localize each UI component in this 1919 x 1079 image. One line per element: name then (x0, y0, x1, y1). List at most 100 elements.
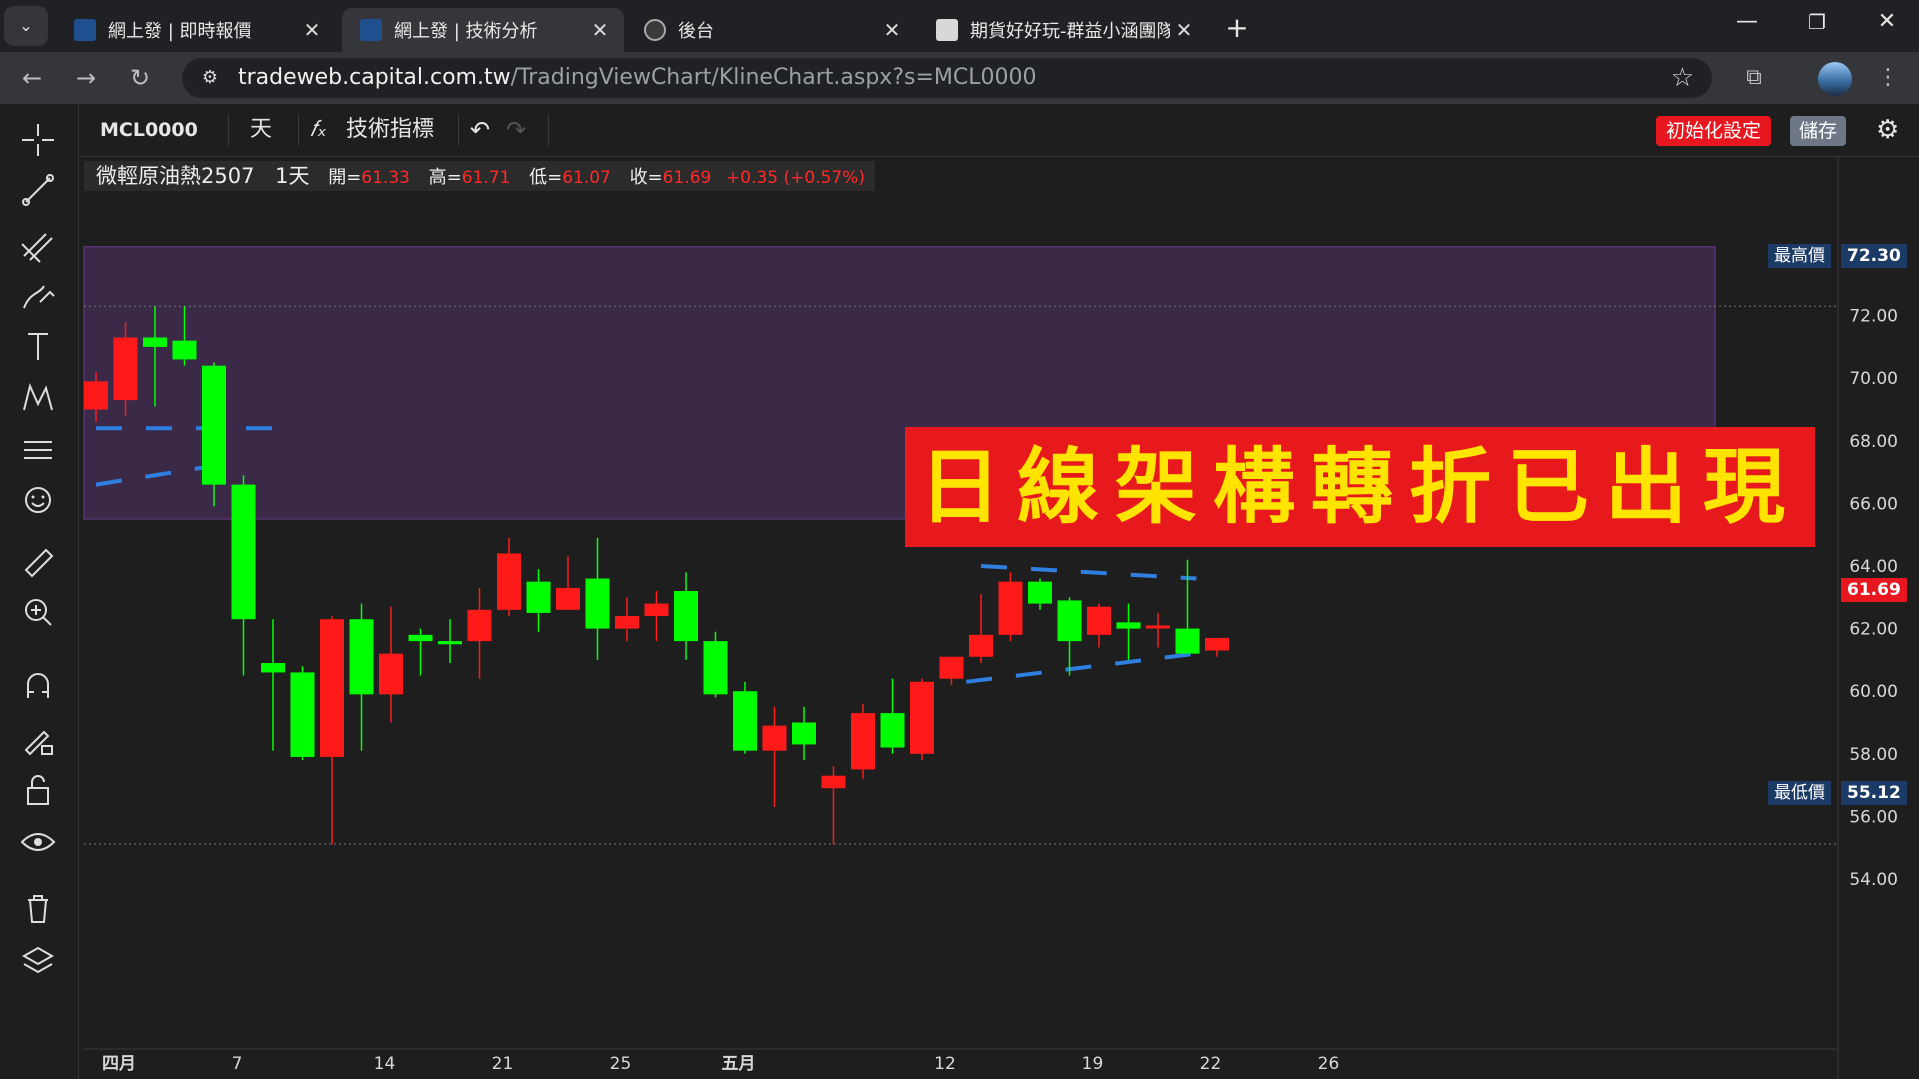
lowest-price-label: 最低價 (1768, 781, 1831, 805)
symbol-input[interactable]: MCL0000 (100, 104, 198, 156)
tab-title: 網上發 | 技術分析 (394, 21, 538, 42)
candle-body (379, 653, 403, 695)
site-info-icon[interactable]: ⚙ (198, 66, 222, 90)
tab-title: 後台 (678, 21, 714, 42)
candle-body (84, 381, 108, 410)
price-axis-tick: 54.00 (1849, 870, 1898, 890)
price-axis-tick: 72.00 (1849, 307, 1898, 327)
undo-icon[interactable]: ↶ (470, 104, 490, 156)
tab-quotes[interactable]: 網上發 | 即時報價 ✕ (56, 8, 336, 52)
drawing-toolbar (0, 104, 79, 1079)
settings-gear-icon[interactable]: ⚙ (1876, 104, 1899, 156)
time-axis-tick: 7 (232, 1054, 243, 1074)
low-label: 低= (529, 167, 563, 188)
tab-close-icon[interactable]: ✕ (1170, 18, 1198, 42)
crosshair-icon[interactable] (16, 118, 60, 162)
close-value: 61.69 (662, 168, 712, 188)
indicators-button[interactable]: 技術指標 (346, 104, 434, 156)
candle-body (202, 365, 226, 485)
browser-toolbar: ← → ↻ ⚙ tradeweb.capital.com.tw/TradingV… (0, 52, 1919, 104)
eye-icon[interactable] (16, 820, 60, 864)
address-bar[interactable]: ⚙ tradeweb.capital.com.tw/TradingViewCha… (182, 58, 1712, 98)
new-tab-button[interactable]: + (1212, 6, 1262, 50)
zoom-in-icon[interactable] (16, 590, 60, 634)
tab-title: 期貨好好玩-群益小涵團隊|唯一… (970, 21, 1170, 42)
redo-icon[interactable]: ↷ (506, 104, 526, 156)
forward-button[interactable]: → (68, 60, 104, 96)
candle-body (1146, 625, 1170, 629)
candle-body (1057, 600, 1082, 642)
url-text[interactable]: tradeweb.capital.com.tw/TradingViewChart… (238, 58, 1036, 98)
open-label: 開= (328, 167, 362, 188)
extensions-icon[interactable]: ⧉ (1736, 60, 1772, 96)
brush-icon[interactable] (16, 272, 60, 316)
emoji-icon[interactable] (16, 478, 60, 522)
tab-title: 網上發 | 即時報價 (108, 21, 252, 42)
price-axis-tick: 68.00 (1849, 432, 1898, 452)
minimize-button[interactable]: — (1722, 0, 1772, 44)
candle-body (910, 681, 934, 754)
candle-body (585, 578, 610, 629)
time-axis-tick: 四月 (102, 1054, 136, 1074)
tab-close-icon[interactable]: ✕ (878, 18, 906, 42)
trash-icon[interactable] (16, 886, 60, 930)
ruler-icon[interactable] (16, 540, 60, 584)
price-axis-tick: 66.00 (1849, 494, 1898, 514)
change-value: +0.35 (+0.57%) (726, 168, 866, 188)
candle-body (939, 656, 964, 679)
candle-body (143, 337, 167, 347)
menu-kebab-icon[interactable]: ⋮ (1870, 60, 1906, 96)
candle-body (998, 581, 1023, 635)
site-favicon-icon (74, 19, 96, 41)
highest-price-value: 72.30 (1841, 244, 1907, 268)
candle-body (497, 553, 521, 610)
time-axis-tick: 19 (1082, 1054, 1104, 1074)
tab-search-button[interactable]: ⌄ (4, 6, 48, 46)
time-axis-tick: 五月 (722, 1054, 756, 1074)
close-window-button[interactable]: ✕ (1862, 0, 1912, 44)
price-axis-tick: 64.00 (1849, 557, 1898, 577)
lock-drawing-icon[interactable] (16, 716, 60, 760)
pitchfork-icon[interactable] (16, 222, 60, 266)
fib-levels-icon[interactable] (16, 428, 60, 472)
unlock-icon[interactable] (16, 768, 60, 812)
restore-button[interactable]: ❐ (1792, 0, 1842, 44)
layers-icon[interactable] (16, 938, 60, 982)
price-chart[interactable]: 74.0072.0070.0068.0066.0064.0062.0060.00… (0, 104, 1919, 1079)
time-axis-tick: 26 (1318, 1054, 1340, 1074)
pattern-icon[interactable] (16, 376, 60, 420)
candle-body (113, 337, 138, 401)
back-button[interactable]: ← (14, 60, 50, 96)
trend-line-icon[interactable] (16, 168, 60, 212)
interval-selector[interactable]: 天 (250, 104, 272, 156)
high-value: 61.71 (461, 168, 511, 188)
candle-body (644, 603, 669, 617)
candle-body (1087, 606, 1111, 635)
time-axis-tick: 14 (374, 1054, 396, 1074)
tab-futures-blog[interactable]: 期貨好好玩-群益小涵團隊|唯一… ✕ (918, 8, 1208, 52)
candle-body (438, 641, 462, 645)
candle-body (674, 591, 698, 642)
tab-backend[interactable]: 後台 ✕ (626, 8, 916, 52)
magnet-icon[interactable] (16, 664, 60, 708)
url-path: /TradingViewChart/KlineChart.aspx?s=MCL0… (510, 65, 1037, 90)
function-fx-icon: 𝑓ₓ (310, 117, 327, 142)
ohlc-legend: 微輕原油熱2507 1天 開=61.33 高=61.71 低=61.07 收=6… (84, 161, 876, 191)
bookmark-star-icon[interactable]: ☆ (1671, 58, 1694, 98)
site-favicon-icon (360, 19, 382, 41)
price-axis-tick: 60.00 (1849, 682, 1898, 702)
tab-close-icon[interactable]: ✕ (298, 18, 326, 42)
reset-settings-button[interactable]: 初始化設定 (1656, 116, 1772, 146)
tab-technical-analysis[interactable]: 網上發 | 技術分析 ✕ (342, 8, 624, 52)
reload-button[interactable]: ↻ (122, 60, 158, 96)
tab-close-icon[interactable]: ✕ (586, 18, 614, 42)
open-value: 61.33 (361, 168, 410, 188)
save-button[interactable]: 儲存 (1790, 116, 1847, 146)
profile-avatar[interactable] (1818, 62, 1852, 96)
candle-body (1205, 637, 1229, 651)
url-host: tradeweb.capital.com.tw (238, 65, 511, 90)
text-tool-icon[interactable] (16, 324, 60, 368)
candle-body (969, 634, 993, 657)
close-label: 收= (629, 167, 663, 188)
candle-body (880, 713, 905, 748)
